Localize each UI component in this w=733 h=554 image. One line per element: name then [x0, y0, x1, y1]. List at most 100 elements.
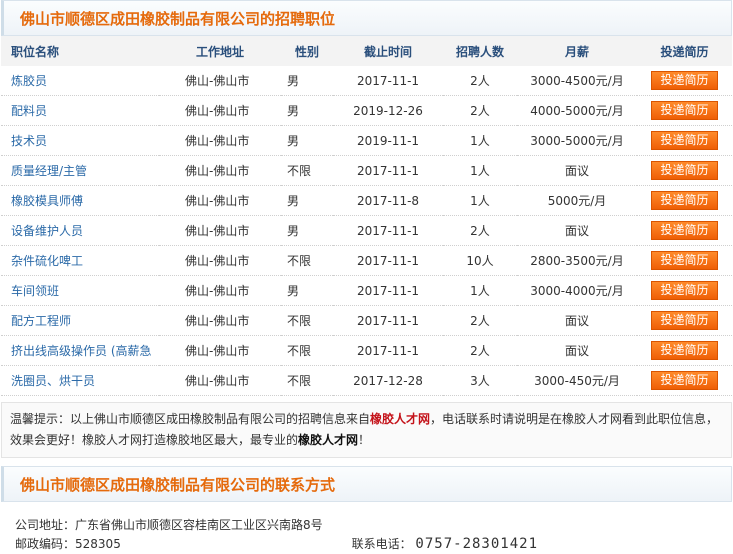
- job-gender: 男: [281, 215, 333, 246]
- job-gender: 不限: [281, 335, 333, 366]
- job-name-link[interactable]: 技术员: [1, 125, 159, 156]
- col-header-name: 职位名称: [1, 36, 159, 66]
- job-gender: 男: [281, 66, 333, 96]
- col-header-deadline: 截止时间: [333, 36, 443, 66]
- job-deadline: 2017-11-1: [333, 335, 443, 366]
- apply-cell: 投递简历: [637, 66, 732, 96]
- job-location: 佛山-佛山市: [159, 66, 281, 96]
- apply-resume-button[interactable]: 投递简历: [651, 161, 718, 180]
- apply-resume-button[interactable]: 投递简历: [651, 71, 718, 90]
- apply-resume-button[interactable]: 投递简历: [651, 101, 718, 120]
- site-link-1[interactable]: 橡胶人才网: [370, 412, 430, 426]
- table-header-row: 职位名称 工作地址 性别 截止时间 招聘人数 月薪 投递简历: [1, 36, 732, 66]
- col-header-location: 工作地址: [159, 36, 281, 66]
- job-name-link[interactable]: 杂件硫化啤工: [1, 245, 159, 276]
- job-location: 佛山-佛山市: [159, 305, 281, 336]
- table-row: 车间领班 佛山-佛山市男 2017-11-1 1人 3000-4000元/月 投递简历: [1, 275, 732, 306]
- job-location: 佛山-佛山市: [159, 365, 281, 396]
- job-deadline: 2019-11-1: [333, 125, 443, 156]
- job-count: 1人: [443, 155, 517, 186]
- job-count: 10人: [443, 245, 517, 276]
- job-deadline: 2017-11-1: [333, 275, 443, 306]
- table-row: 杂件硫化啤工 佛山-佛山市 不限 2017-11-1 10人 2800-3500元/月 投递…: [1, 245, 732, 276]
- apply-cell: 投递简历: [637, 125, 732, 156]
- job-deadline: 2017-12-28: [333, 365, 443, 396]
- site-link-2[interactable]: 橡胶人才网: [298, 433, 358, 447]
- phone-group: 联系电话： 0757-28301421: [352, 535, 538, 554]
- job-gender: 不限: [281, 365, 333, 396]
- job-name-link[interactable]: 挤出线高级操作员 (高薪急: [1, 335, 159, 366]
- job-name-link[interactable]: 橡胶模具师傅: [1, 185, 159, 216]
- apply-resume-button[interactable]: 投递简历: [651, 191, 718, 210]
- phone-label: 联系电话：: [351, 537, 412, 551]
- job-salary: 5000元/月: [517, 185, 637, 216]
- job-location: 佛山-佛山市: [159, 95, 281, 126]
- table-row: 设备维护人员 佛山-佛山市男 2017-11-1 2人 面议 投递简历: [1, 215, 732, 246]
- apply-cell: 投递简历: [637, 245, 732, 276]
- job-count: 2人: [443, 95, 517, 126]
- job-deadline: 2017-11-1: [333, 66, 443, 96]
- postcode-value: 528305: [75, 537, 121, 551]
- job-count: 3人: [443, 365, 517, 396]
- col-header-count: 招聘人数: [443, 36, 517, 66]
- address-label: 公司地址：: [15, 518, 76, 532]
- job-salary: 3000-4000元/月: [517, 275, 637, 306]
- job-count: 1人: [443, 275, 517, 306]
- job-name-link[interactable]: 配方工程师: [1, 305, 159, 336]
- job-count: 1人: [443, 125, 517, 156]
- table-row: 质量经理/主管 佛山-佛山市 不限 2017-11-1 1人 面议 投递简历: [1, 155, 732, 186]
- apply-resume-button[interactable]: 投递简历: [651, 341, 718, 360]
- job-count: 2人: [443, 215, 517, 246]
- job-gender: 男: [281, 185, 333, 216]
- phone-value: 0757-28301421: [415, 536, 538, 552]
- job-name-link[interactable]: 设备维护人员: [1, 215, 159, 246]
- apply-cell: 投递简历: [637, 305, 732, 336]
- table-row: 技术员 佛山-佛山市男 2019-11-1 1人 3000-5000元/月 投递简历: [1, 125, 732, 156]
- jobs-table: 职位名称 工作地址 性别 截止时间 招聘人数 月薪 投递简历 炼胶员 佛山-佛山市…: [1, 36, 732, 396]
- job-location: 佛山-佛山市: [159, 245, 281, 276]
- job-count: 2人: [443, 305, 517, 336]
- apply-cell: 投递简历: [637, 335, 732, 366]
- job-location: 佛山-佛山市: [159, 185, 281, 216]
- apply-resume-button[interactable]: 投递简历: [651, 251, 718, 270]
- job-count: 2人: [443, 335, 517, 366]
- contact-section-title: 佛山市顺德区成田橡胶制品有限公司的联系方式: [20, 475, 336, 494]
- job-count: 1人: [443, 185, 517, 216]
- job-name-link[interactable]: 配料员: [1, 95, 159, 126]
- col-header-apply: 投递简历: [637, 36, 732, 66]
- job-location: 佛山-佛山市: [159, 155, 281, 186]
- address-row: 公司地址： 广东省佛山市顺德区容桂南区工业区兴南路8号: [15, 516, 718, 535]
- job-location: 佛山-佛山市: [159, 125, 281, 156]
- table-row: 挤出线高级操作员 (高薪急 佛山-佛山市 不限 2017-11-1 2人 面议 投递简历: [1, 335, 732, 366]
- apply-resume-button[interactable]: 投递简历: [651, 221, 718, 240]
- job-name-link[interactable]: 质量经理/主管: [1, 155, 159, 186]
- job-name-link[interactable]: 炼胶员: [1, 66, 159, 96]
- job-name-link[interactable]: 洗圈员、烘干员: [1, 365, 159, 396]
- job-salary: 3000-4500元/月: [517, 66, 637, 96]
- postcode-label: 邮政编码：: [15, 537, 76, 551]
- apply-resume-button[interactable]: 投递简历: [651, 311, 718, 330]
- job-salary: 面议: [517, 305, 637, 336]
- postcode-phone-row: 邮政编码： 528305 联系电话： 0757-28301421: [15, 535, 718, 554]
- job-salary: 4000-5000元/月: [517, 95, 637, 126]
- apply-resume-button[interactable]: 投递简历: [651, 371, 718, 390]
- job-gender: 不限: [281, 305, 333, 336]
- job-salary: 面议: [517, 155, 637, 186]
- table-row: 炼胶员 佛山-佛山市男 2017-11-1 2人 3000-4500元/月 投递简历: [1, 66, 732, 96]
- job-deadline: 2017-11-1: [333, 305, 443, 336]
- job-gender: 男: [281, 125, 333, 156]
- job-salary: 3000-5000元/月: [517, 125, 637, 156]
- apply-cell: 投递简历: [637, 275, 732, 306]
- job-deadline: 2017-11-8: [333, 185, 443, 216]
- tips-suffix: ！: [358, 433, 371, 447]
- apply-resume-button[interactable]: 投递简历: [651, 131, 718, 150]
- job-name-link[interactable]: 车间领班: [1, 275, 159, 306]
- apply-cell: 投递简历: [637, 365, 732, 396]
- job-deadline: 2019-12-26: [333, 95, 443, 126]
- apply-cell: 投递简历: [637, 155, 732, 186]
- job-gender: 不限: [281, 245, 333, 276]
- table-row: 配方工程师 佛山-佛山市 不限 2017-11-1 2人 面议 投递简历: [1, 305, 732, 336]
- job-salary: 面议: [517, 335, 637, 366]
- job-gender: 不限: [281, 155, 333, 186]
- apply-resume-button[interactable]: 投递简历: [651, 281, 718, 300]
